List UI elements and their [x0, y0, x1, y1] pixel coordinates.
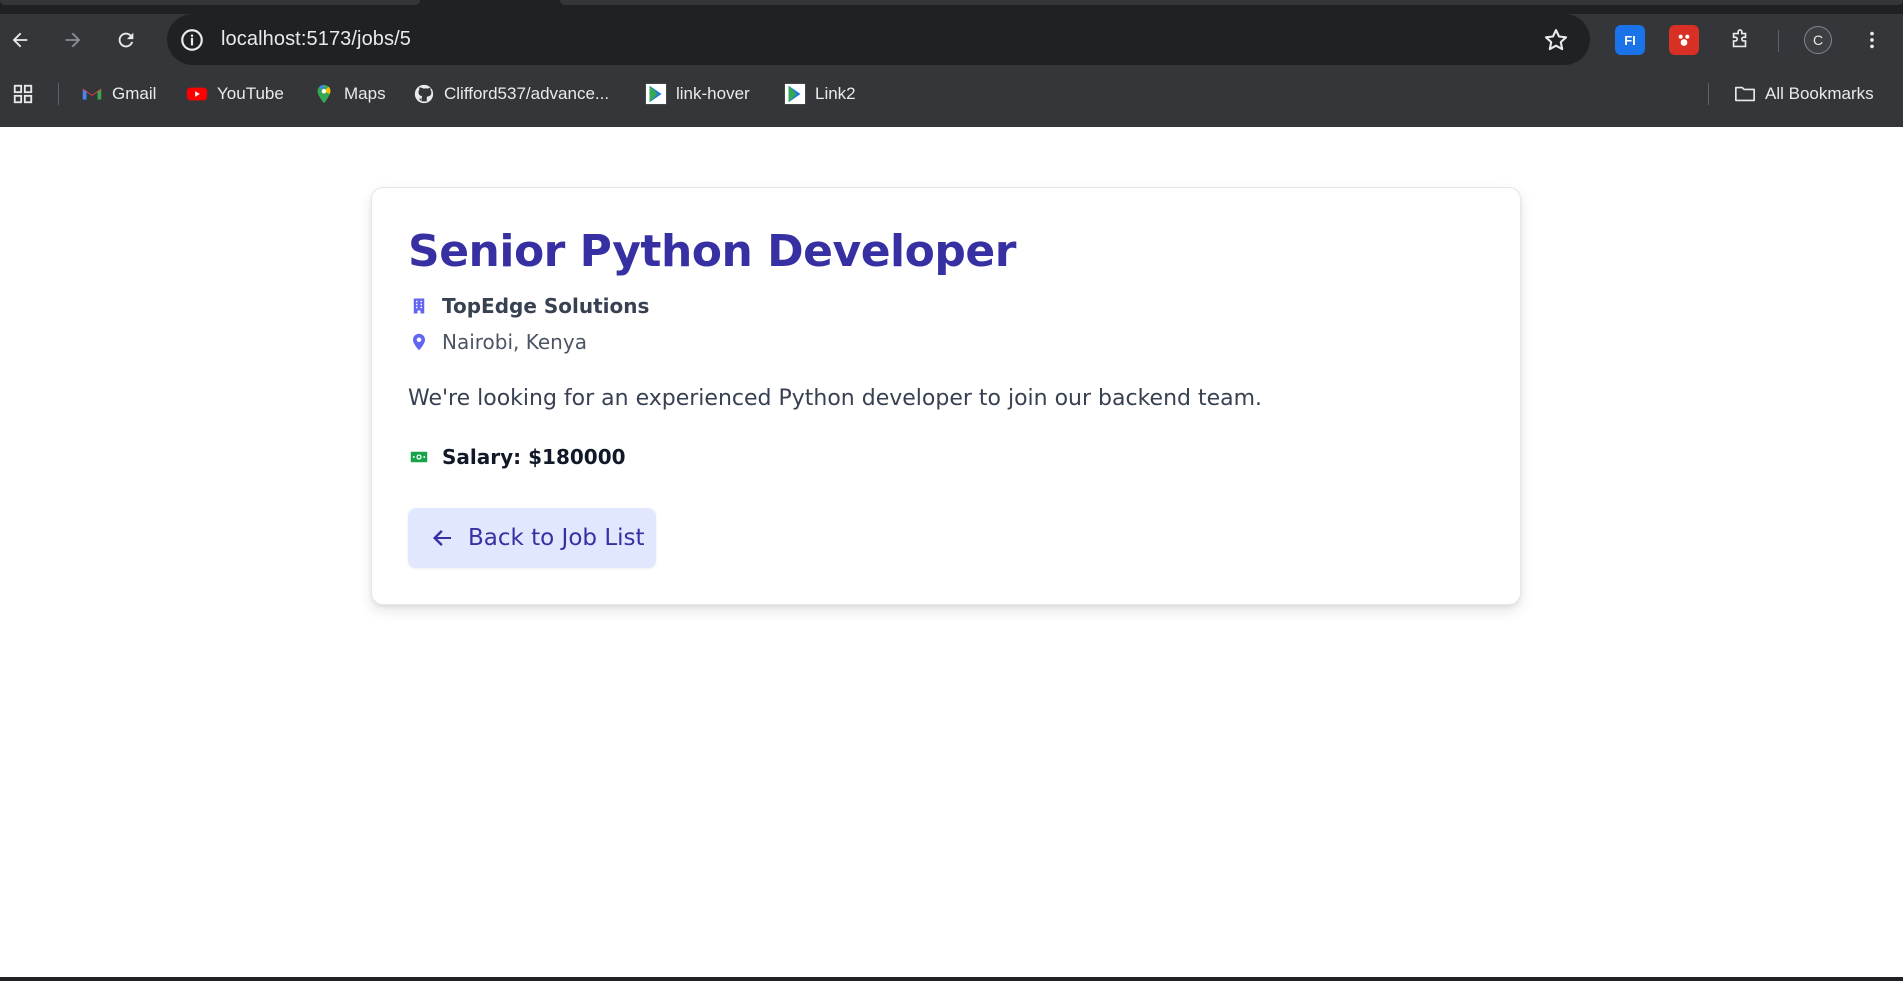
github-icon: [413, 83, 435, 105]
maps-icon: [313, 83, 335, 105]
toolbar-divider: [1778, 30, 1779, 52]
building-icon: [408, 295, 430, 317]
all-bookmarks-label: All Bookmarks: [1765, 84, 1874, 103]
reload-button[interactable]: [110, 24, 142, 56]
extension-fi-label: FI: [1624, 32, 1636, 48]
bookmark-star-icon[interactable]: [1542, 26, 1570, 54]
address-bar[interactable]: localhost:5173/jobs/5: [167, 14, 1590, 65]
bookmark-link2[interactable]: Link2: [784, 80, 856, 108]
back-button-label: Back to Job List: [468, 525, 645, 551]
apps-grid-icon: [12, 83, 34, 105]
play-logo-icon: [645, 83, 667, 105]
bookmark-maps[interactable]: Maps: [313, 80, 386, 108]
tab[interactable]: [560, 0, 1903, 5]
url-text[interactable]: localhost:5173/jobs/5: [221, 28, 411, 51]
play-logo-icon: [784, 83, 806, 105]
back-to-job-list-button[interactable]: Back to Job List: [408, 508, 656, 568]
money-bill-icon: [408, 446, 430, 468]
tab[interactable]: [0, 0, 420, 5]
extension-color-icon[interactable]: [1669, 25, 1699, 55]
bookmark-link-hover[interactable]: link-hover: [645, 80, 750, 108]
gmail-icon: [81, 83, 103, 105]
location-text: Nairobi, Kenya: [442, 330, 587, 354]
paw-icon: [1678, 34, 1690, 46]
extension-fi-icon[interactable]: FI: [1615, 25, 1645, 55]
bookmark-github[interactable]: Clifford537/advance...: [413, 80, 609, 108]
youtube-icon: [186, 83, 208, 105]
extensions-button[interactable]: [1724, 24, 1756, 56]
job-detail-card: Senior Python Developer TopEdge Solution…: [371, 187, 1521, 605]
arrow-right-icon: [65, 32, 81, 48]
bookmarks-bar: Gmail YouTube Maps Clifford537/advance..…: [0, 74, 1903, 114]
back-button[interactable]: [4, 24, 36, 56]
bookmarks-divider: [58, 83, 59, 105]
bookmark-label: Gmail: [112, 84, 157, 103]
bookmarks-divider: [1708, 83, 1709, 105]
bookmark-label: Clifford537/advance...: [444, 84, 610, 103]
forward-button[interactable]: [57, 24, 89, 56]
browser-toolbar: localhost:5173/jobs/5 FI C: [0, 14, 1903, 66]
puzzle-icon: [1732, 29, 1747, 48]
site-info-icon[interactable]: [179, 27, 205, 53]
company-name: TopEdge Solutions: [442, 294, 650, 318]
folder-icon: [1734, 83, 1756, 105]
reload-icon: [118, 32, 134, 48]
window-bottom-edge: [0, 977, 1903, 981]
bookmark-label: Link2: [815, 84, 856, 103]
page-content: Senior Python Developer TopEdge Solution…: [0, 127, 1903, 981]
bookmark-gmail[interactable]: Gmail: [81, 80, 156, 108]
map-pin-icon: [408, 331, 430, 353]
bookmark-label: link-hover: [676, 84, 750, 103]
salary-row: Salary: $180000: [408, 445, 626, 469]
bookmark-youtube[interactable]: YouTube: [186, 80, 284, 108]
bookmark-label: YouTube: [217, 84, 284, 103]
salary-text: Salary: $180000: [442, 445, 626, 469]
profile-avatar[interactable]: C: [1804, 26, 1832, 54]
kebab-menu-icon: [1870, 31, 1874, 49]
all-bookmarks-button[interactable]: All Bookmarks: [1734, 80, 1874, 108]
location-row: Nairobi, Kenya: [408, 330, 587, 354]
job-description: We're looking for an experienced Python …: [408, 386, 1263, 411]
arrow-left-icon: [433, 530, 451, 546]
arrow-left-icon: [12, 32, 28, 48]
profile-initial: C: [1812, 32, 1824, 48]
tab-strip: [0, 0, 1903, 14]
bookmark-label: Maps: [344, 84, 386, 103]
browser-chrome: localhost:5173/jobs/5 FI C Gmail YouTube…: [0, 0, 1903, 127]
company-row: TopEdge Solutions: [408, 294, 649, 318]
job-title: Senior Python Developer: [408, 226, 1016, 277]
menu-button[interactable]: [1856, 24, 1888, 56]
apps-button[interactable]: [12, 80, 34, 108]
